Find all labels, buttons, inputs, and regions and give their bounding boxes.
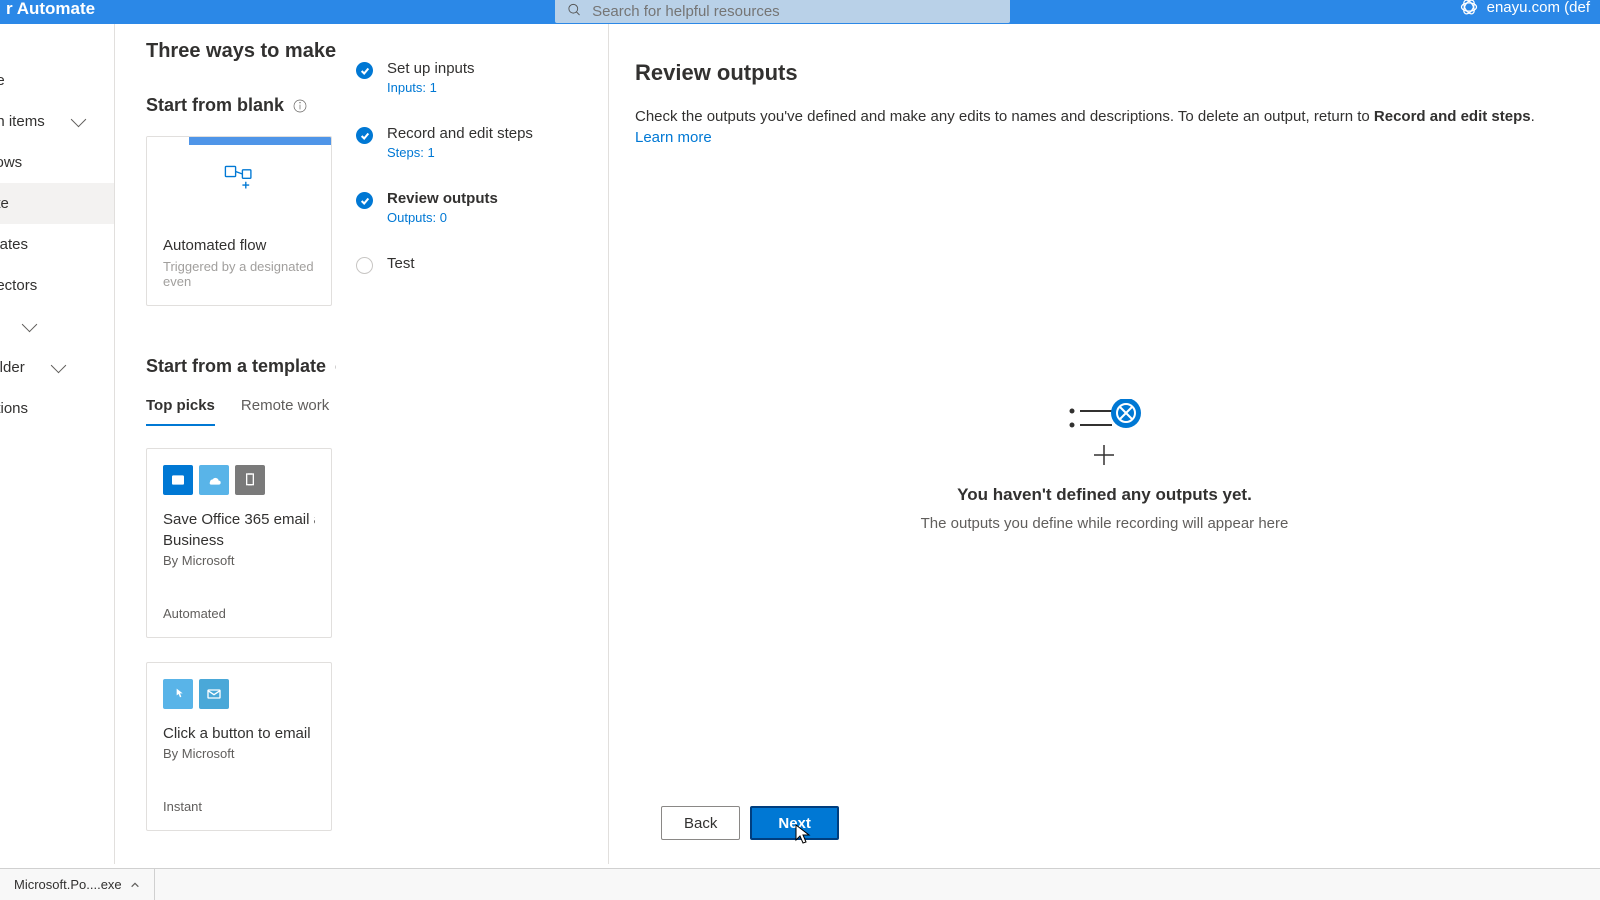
wizard-description: Check the outputs you've defined and mak… xyxy=(635,106,1574,148)
chevron-up-icon xyxy=(130,880,140,890)
nav-item-home[interactable]: ne xyxy=(0,60,114,101)
template-title: Click a button to email a no xyxy=(163,725,315,742)
template-author: By Microsoft xyxy=(163,553,315,568)
step-done-icon xyxy=(356,127,373,144)
empty-subtitle: The outputs you define while recording w… xyxy=(921,515,1289,532)
notification-icon xyxy=(235,465,265,495)
info-icon[interactable] xyxy=(292,98,308,114)
step-set-up-inputs[interactable]: Set up inputs Inputs: 1 xyxy=(356,60,588,95)
learn-more-link[interactable]: Learn more xyxy=(635,129,712,146)
nav-item-ai-builder[interactable]: uilder xyxy=(0,347,114,388)
step-record-edit[interactable]: Record and edit steps Steps: 1 xyxy=(356,125,588,160)
cursor-icon xyxy=(795,824,811,844)
step-label: Set up inputs xyxy=(387,60,475,77)
tab-remote-work[interactable]: Remote work xyxy=(241,397,329,426)
wizard-panel: Set up inputs Inputs: 1 Record and edit … xyxy=(336,24,1600,864)
step-sublabel: Outputs: 0 xyxy=(387,210,498,225)
nav-item-connectors[interactable]: nectors xyxy=(0,265,114,306)
empty-illustration xyxy=(1060,399,1150,469)
card-illustration xyxy=(147,137,331,223)
nav-item-flows[interactable]: flows xyxy=(0,142,114,183)
template-card-2[interactable]: Click a button to email a no By Microsof… xyxy=(146,662,332,831)
automated-flow-card[interactable]: Automated flow Triggered by a designated… xyxy=(146,136,332,306)
step-test[interactable]: Test xyxy=(356,255,588,274)
search-box[interactable] xyxy=(555,0,1010,23)
top-bar: r Automate enayu.com (def xyxy=(0,0,1600,24)
step-sublabel: Inputs: 1 xyxy=(387,80,475,95)
template-title-line2: Business xyxy=(163,532,315,549)
back-button[interactable]: Back xyxy=(661,806,740,840)
nav-item-action-items[interactable]: on items xyxy=(0,101,114,142)
onedrive-icon xyxy=(199,465,229,495)
nav-item-templates[interactable]: plates xyxy=(0,224,114,265)
nav-item-data[interactable]: a xyxy=(0,306,114,347)
step-review-outputs[interactable]: Review outputs Outputs: 0 xyxy=(356,190,588,225)
step-sublabel: Steps: 1 xyxy=(387,145,533,160)
flow-icon xyxy=(222,163,256,197)
empty-title: You haven't defined any outputs yet. xyxy=(957,485,1252,505)
step-done-icon xyxy=(356,192,373,209)
nav-item-solutions[interactable]: utions xyxy=(0,388,114,429)
template-author: By Microsoft xyxy=(163,746,315,761)
step-pending-icon xyxy=(356,257,373,274)
search-input[interactable] xyxy=(592,3,998,20)
app-title: r Automate xyxy=(6,0,95,19)
step-label: Test xyxy=(387,255,415,272)
wizard-content: Review outputs Check the outputs you've … xyxy=(609,24,1600,864)
card-subtitle: Triggered by a designated even xyxy=(163,259,315,289)
step-label: Record and edit steps xyxy=(387,125,533,142)
search-icon xyxy=(567,2,582,18)
empty-state: You haven't defined any outputs yet. The… xyxy=(635,148,1574,782)
button-icon xyxy=(163,679,193,709)
next-button[interactable]: Next xyxy=(750,806,839,840)
download-bar: Microsoft.Po....exe xyxy=(0,868,1600,900)
tab-top-picks[interactable]: Top picks xyxy=(146,397,215,426)
nav-item-learn[interactable]: n xyxy=(0,429,114,470)
download-file[interactable]: Microsoft.Po....exe xyxy=(0,869,155,900)
tenant-switcher[interactable]: enayu.com (def xyxy=(1459,0,1590,17)
environment-icon xyxy=(1459,0,1479,17)
wizard-steps: Set up inputs Inputs: 1 Record and edit … xyxy=(336,24,609,864)
outlook-icon xyxy=(163,465,193,495)
template-type: Instant xyxy=(163,799,315,814)
nav-item-create[interactable]: ate xyxy=(0,183,114,224)
card-title: Automated flow xyxy=(163,237,315,254)
wizard-title: Review outputs xyxy=(635,60,1574,86)
step-done-icon xyxy=(356,62,373,79)
mail-icon xyxy=(199,679,229,709)
step-label: Review outputs xyxy=(387,190,498,207)
template-card-1[interactable]: Save Office 365 email attac Business By … xyxy=(146,448,332,638)
left-nav: ne on items flows ate plates nectors a u… xyxy=(0,24,115,864)
template-type: Automated xyxy=(163,606,315,621)
template-title: Save Office 365 email attac xyxy=(163,511,315,528)
wizard-footer: Back Next xyxy=(635,782,1574,864)
